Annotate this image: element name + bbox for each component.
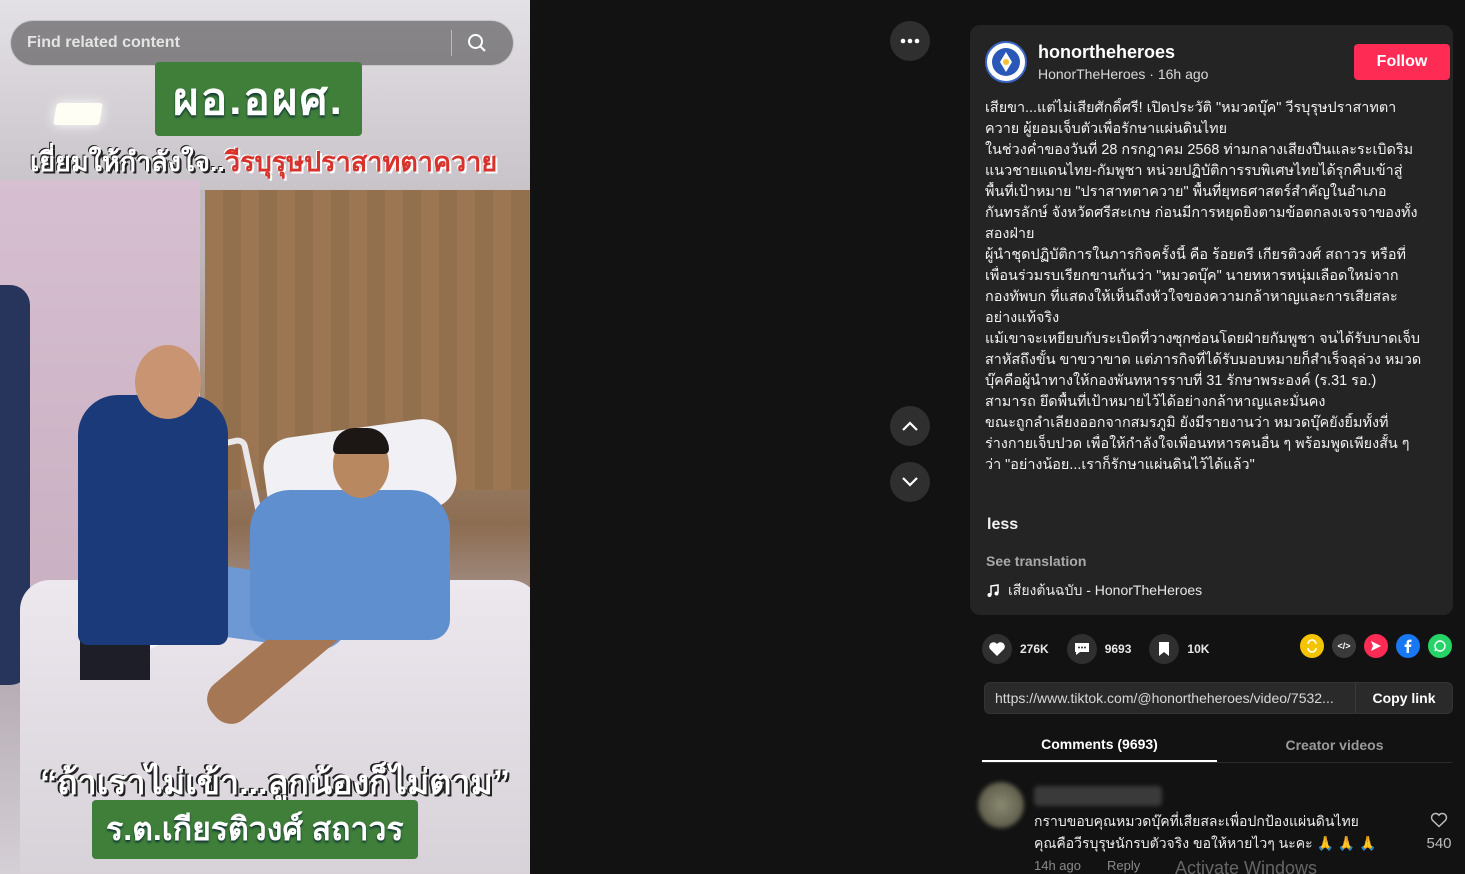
comment-text: กราบขอบคุณหมวดบุ๊คที่เสียสละเพื่อปกป้องแ… [1034, 810, 1424, 854]
paper-plane-glyph [1371, 641, 1381, 651]
see-translation-link[interactable]: See translation [986, 553, 1086, 569]
description-line: ขณะถูกลำเลียงออกจากสมรภูมิ ยังมีรายงานว่… [985, 415, 1389, 431]
telegram-icon[interactable] [1364, 634, 1388, 658]
music-link[interactable]: เสียงต้นฉบับ - HonorTheHeroes [986, 580, 1202, 602]
comment-reply-button[interactable]: Reply [1107, 858, 1140, 873]
os-watermark: Activate Windows [1175, 858, 1318, 874]
whatsapp-icon[interactable] [1428, 634, 1452, 658]
description-line: ควาย ผู้ยอมเจ็บตัวเพื่อรักษาแผ่นดินไทย [985, 121, 1228, 137]
description-line: แม้เขาจะเหยียบกับระเบิดที่วางซุกซ่อนโดยฝ… [985, 331, 1421, 347]
post-time: 16h ago [1157, 66, 1209, 82]
video-caption-subtitle-white: เยี่ยมให้กำลังใจ.. [30, 147, 225, 177]
description-line: พื้นที่เป้าหมาย "ปราสาทตาควาย" พื้นที่ยุ… [985, 184, 1387, 200]
description-line: กองทัพบก ที่แสดงให้เห็นถึงหัวใจของความกล… [985, 289, 1398, 305]
comment-line: คุณคือวีรบุรุษนักรบตัวจริง ขอให้หายไวๆ น… [1034, 835, 1377, 851]
honor-the-heroes-logo [992, 48, 1020, 76]
description-line: ผู้นำชุดปฏิบัติการในภารกิจครั้งนี้ คือ ร… [985, 247, 1407, 263]
chevron-up-icon [902, 421, 918, 431]
video-caption-subtitle: เยี่ยมให้กำลังใจ..วีรบุรุษปราสาทตาควาย [30, 140, 497, 183]
video-scene-patient [250, 490, 450, 640]
embed-icon[interactable]: </> [1332, 634, 1356, 658]
comment-meta: 14h ago Reply [1034, 858, 1140, 873]
description-line: สาหัสถึงขั้น ขาขวาขาด แต่ภารกิจที่ได้รับ… [985, 352, 1422, 368]
chevron-down-icon [902, 477, 918, 487]
like-count: 276K [1020, 642, 1049, 656]
details-panel: honortheheroes HonorTheHeroes · 16h ago … [950, 0, 1465, 874]
tab-creator-videos[interactable]: Creator videos [1217, 727, 1452, 762]
whatsapp-glyph [1434, 640, 1446, 652]
comment-icon [1074, 643, 1089, 655]
video-scene-light [53, 103, 103, 125]
video-scene-patient-hair [333, 428, 389, 454]
repost-glyph [1307, 639, 1317, 653]
video-description: เสียขา...แต่ไม่เสียศักดิ์ศรี! เปิดประวัต… [985, 98, 1447, 476]
like-action[interactable]: 276K [982, 634, 1049, 664]
tiktok-video-page: ผอ.อผศ. เยี่ยมให้กำลังใจ..วีรบุรุษปราสาท… [0, 0, 1465, 874]
facebook-glyph [1404, 639, 1412, 653]
save-action[interactable]: 10K [1149, 634, 1209, 664]
author-meta: HonorTheHeroes · 16h ago [1038, 66, 1208, 82]
tab-comments[interactable]: Comments (9693) [982, 727, 1217, 762]
comment-like-count: 540 [1426, 835, 1452, 852]
more-icon [900, 38, 920, 44]
video-caption-name: ร.ต.เกียรติวงศ์ สถาวร [92, 800, 418, 859]
action-bar: 276K 9693 10K </> [982, 632, 1452, 666]
description-line: ร่างกายเจ็บปวด เพื่อให้กำลังใจเพื่อนทหาร… [985, 436, 1410, 452]
search-icon [468, 34, 486, 52]
video-scene-visitor-head [135, 345, 201, 419]
comment-count: 9693 [1104, 642, 1132, 656]
video-side-area [530, 0, 950, 874]
description-line: อย่างแท้จริง [985, 310, 1060, 326]
description-line: ว่า "อย่างน้อย...เราก็รักษาแผ่นดินไว้ได้… [985, 457, 1255, 473]
music-title: เสียงต้นฉบับ - HonorTheHeroes [1008, 582, 1203, 598]
bookmark-icon [1159, 642, 1170, 656]
like-button[interactable] [982, 634, 1012, 664]
less-button[interactable]: less [987, 516, 1018, 534]
video-caption-title: ผอ.อผศ. [155, 62, 362, 136]
author-meta-separator: · [1145, 66, 1158, 82]
description-line: ในช่วงค่ำของวันที่ 28 กรกฎาคม 2568 ท่ามก… [985, 142, 1414, 158]
comment-button[interactable] [1066, 634, 1097, 664]
share-link-box: https://www.tiktok.com/@honortheheroes/v… [984, 682, 1453, 714]
description-line: กันทรลักษ์ จังหวัดศรีสะเกษ ก่อนมีการหยุด… [985, 205, 1418, 221]
share-button[interactable] [1460, 634, 1465, 658]
author-username[interactable]: honortheheroes [1038, 42, 1175, 63]
video-scene-visitor [78, 395, 228, 645]
video-player[interactable]: ผอ.อผศ. เยี่ยมให้กำลังใจ..วีรบุรุษปราสาท… [0, 0, 530, 874]
save-button[interactable] [1149, 634, 1180, 664]
commenter-avatar[interactable] [978, 782, 1024, 828]
comment-like[interactable]: 540 [1424, 812, 1454, 852]
description-line: บุ๊คคือผู้นำทางให้กองพันทหารราบที่ 31 รั… [985, 373, 1377, 389]
commenter-name-blurred[interactable] [1034, 786, 1162, 806]
repost-icon[interactable] [1300, 634, 1324, 658]
author-display-name[interactable]: HonorTheHeroes [1038, 66, 1145, 82]
follow-button[interactable]: Follow [1354, 44, 1450, 80]
description-card: honortheheroes HonorTheHeroes · 16h ago … [970, 25, 1453, 615]
author-avatar[interactable] [985, 41, 1027, 83]
comment-action[interactable]: 9693 [1066, 634, 1132, 664]
video-caption-subtitle-red: วีรบุรุษปราสาทตาควาย [224, 147, 498, 177]
heart-icon [989, 642, 1005, 656]
heart-outline-icon [1430, 812, 1448, 828]
description-line: สองฝ่าย [985, 226, 1035, 242]
description-line: สามารถ ยึดพื้นที่เป้าหมายไว้ได้อย่างกล้า… [985, 394, 1326, 410]
next-video-button[interactable] [890, 462, 930, 502]
share-link-url[interactable]: https://www.tiktok.com/@honortheheroes/v… [985, 690, 1355, 706]
comment-time: 14h ago [1034, 858, 1081, 873]
share-icons: </> [1300, 634, 1465, 658]
related-search-input[interactable] [11, 34, 451, 52]
description-line: แนวชายแดนไทย-กัมพูชา หน่วยปฏิบัติการรบพิ… [985, 163, 1403, 179]
description-line: เสียขา...แต่ไม่เสียศักดิ์ศรี! เปิดประวัต… [985, 100, 1397, 116]
save-count: 10K [1187, 642, 1210, 656]
search-button[interactable] [452, 21, 502, 65]
facebook-icon[interactable] [1396, 634, 1420, 658]
previous-video-button[interactable] [890, 406, 930, 446]
panel-tabs: Comments (9693) Creator videos [982, 727, 1452, 763]
comment-line: กราบขอบคุณหมวดบุ๊คที่เสียสละเพื่อปกป้องแ… [1034, 813, 1359, 829]
related-search-bar [10, 20, 514, 66]
copy-link-button[interactable]: Copy link [1355, 683, 1452, 713]
music-note-icon [987, 584, 999, 597]
description-line: เพื่อนร่วมรบเรียกขานกันว่า "หมวดบุ๊ค" นา… [985, 268, 1399, 284]
more-options-button[interactable] [890, 21, 930, 61]
